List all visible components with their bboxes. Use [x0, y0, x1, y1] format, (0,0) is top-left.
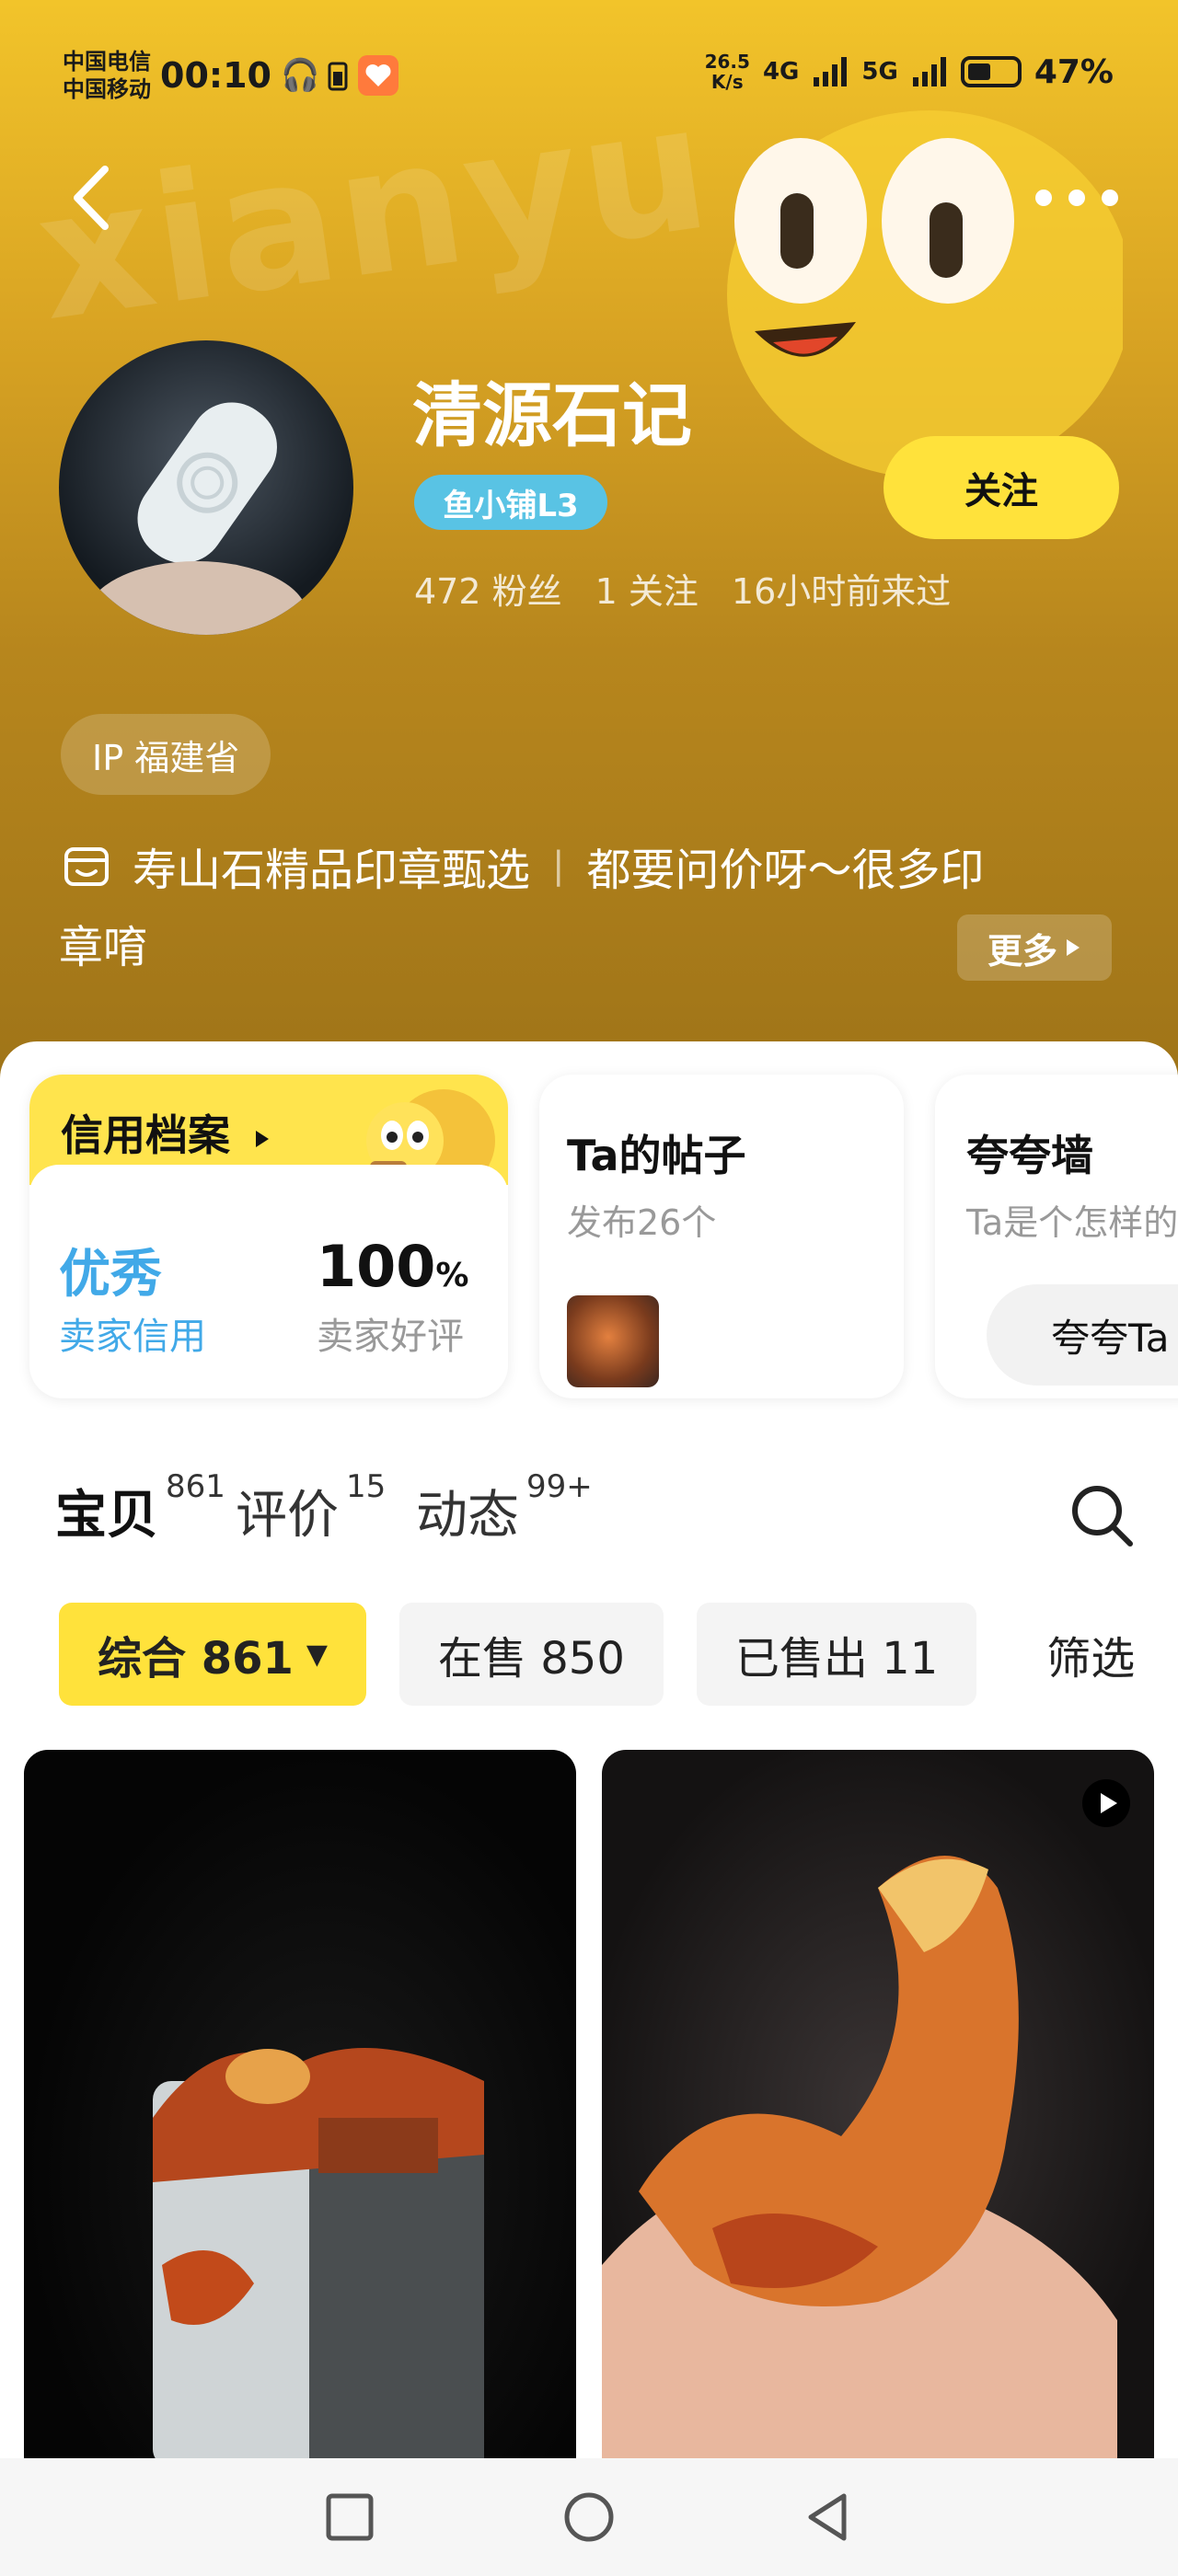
- filter-sold[interactable]: 已售出 11: [696, 1603, 977, 1706]
- battery-icon: [960, 56, 1022, 87]
- shop-avatar[interactable]: [59, 340, 353, 635]
- tab-items-count: 861: [166, 1468, 225, 1505]
- praise-wall-subtitle: Ta是个怎样的: [966, 1202, 1178, 1243]
- shop-level-badge[interactable]: 鱼小铺L3: [414, 475, 607, 530]
- shop-name: 清源石记: [412, 374, 692, 456]
- bio-divider: |: [552, 845, 565, 887]
- credit-card-title: 信用档案: [61, 1110, 230, 1160]
- system-navigation-bar: [0, 2458, 1178, 2576]
- filter-bar: 综合 861 ▼ 在售 850 已售出 11 筛选: [59, 1603, 1135, 1706]
- shop-tabs: 宝贝 861 评价 15 动态 99+: [55, 1468, 593, 1548]
- praise-wall-title: 夸夸墙: [966, 1131, 1093, 1180]
- bio-more-label: 更多: [987, 930, 1057, 972]
- credit-profile-card[interactable]: 信用档案 优秀 卖家信用 100% 卖家好评: [29, 1075, 508, 1398]
- filter-overall-label: 综合 861: [98, 1633, 294, 1685]
- recent-apps-icon[interactable]: [318, 2485, 382, 2549]
- filter-on-sale[interactable]: 在售 850: [399, 1603, 664, 1706]
- signal-icon-2: [912, 57, 946, 86]
- shop-bio: 寿山石精品印章甄选 | 都要问价呀～很多印: [59, 834, 985, 898]
- positive-rate-unit: %: [435, 1257, 469, 1294]
- search-icon[interactable]: [1068, 1481, 1138, 1551]
- bio-text-1: 寿山石精品印章甄选: [133, 845, 531, 896]
- caret-right-icon: [1067, 939, 1080, 956]
- tab-reviews-label: 评价: [236, 1486, 339, 1546]
- shop-stats: 472 粉丝 1 关注 16小时前来过: [414, 563, 951, 614]
- health-app-icon: [358, 55, 399, 96]
- filter-overall[interactable]: 综合 861 ▼: [59, 1603, 366, 1706]
- back-arrow-icon[interactable]: [64, 156, 120, 239]
- background-watermark: xianyu: [26, 63, 724, 361]
- product-card[interactable]: [24, 1750, 576, 2458]
- tab-items-label: 宝贝: [55, 1486, 158, 1546]
- followers-count[interactable]: 472 粉丝: [414, 563, 562, 614]
- video-play-icon[interactable]: [1080, 1777, 1132, 1829]
- signal-icon: [814, 57, 848, 86]
- clock: 00:10: [160, 55, 271, 96]
- bio-text-3: 章唷: [59, 922, 148, 973]
- product-image-seal: [153, 2048, 484, 2458]
- tab-reviews-count: 15: [346, 1468, 387, 1505]
- shop-header: xianyu 中国电信 中国移动 00:10 🎧 26.5 K/s 4G 5G …: [0, 0, 1178, 1086]
- battery-level: [967, 63, 990, 80]
- praise-wall-card[interactable]: 夸夸墙 Ta是个怎样的 夸夸Ta: [935, 1075, 1178, 1398]
- tab-reviews[interactable]: 评价 15: [236, 1468, 386, 1548]
- status-bar-right: 26.5 K/s 4G 5G 47%: [705, 52, 1114, 92]
- carrier-2: 中国移动: [63, 76, 151, 102]
- follow-button[interactable]: 关注: [884, 436, 1119, 539]
- post-thumbnail[interactable]: [567, 1295, 659, 1387]
- positive-rate: 100%: [317, 1233, 469, 1300]
- network-speed: 26.5: [704, 51, 750, 73]
- product-card[interactable]: [602, 1750, 1154, 2458]
- content-panel: 信用档案 优秀 卖家信用 100% 卖家好评 Ta的帖子 发布26个 夸夸墙 T…: [0, 1041, 1178, 2458]
- ip-location-chip: IP 福建省: [61, 714, 271, 795]
- avatar-image: [87, 402, 307, 635]
- phone-battery-icon: [328, 62, 348, 91]
- battery-percent: 47%: [1034, 52, 1114, 91]
- last-active: 16小时前来过: [731, 571, 952, 612]
- bio-text-2: 都要问价呀～很多印: [586, 845, 985, 896]
- posts-card[interactable]: Ta的帖子 发布26个: [539, 1075, 904, 1398]
- carrier-1: 中国电信: [63, 49, 151, 75]
- positive-rate-label: 卖家好评: [317, 1316, 464, 1358]
- status-bar-left: 中国电信 中国移动 00:10 🎧: [63, 48, 399, 103]
- home-icon[interactable]: [557, 2485, 621, 2549]
- bio-more-button[interactable]: 更多: [957, 914, 1112, 981]
- tab-activity-count: 99+: [526, 1468, 593, 1505]
- more-options-icon[interactable]: [1031, 184, 1123, 212]
- credit-rating: 优秀: [59, 1245, 162, 1305]
- product-image-carving: [602, 1856, 1117, 2458]
- caret-down-icon: ▼: [306, 1638, 328, 1671]
- posts-count: 发布26个: [567, 1202, 717, 1243]
- network-label-2: 5G: [861, 58, 898, 86]
- positive-rate-value: 100: [317, 1233, 436, 1300]
- praise-button[interactable]: 夸夸Ta: [987, 1284, 1178, 1386]
- tab-activity[interactable]: 动态 99+: [416, 1468, 593, 1548]
- back-triangle-icon[interactable]: [796, 2485, 860, 2549]
- headphones-icon: 🎧: [280, 57, 320, 94]
- tab-activity-label: 动态: [416, 1486, 519, 1546]
- network-label-1: 4G: [762, 58, 800, 86]
- caret-right-icon: [256, 1131, 270, 1147]
- shop-icon: [64, 847, 109, 886]
- filter-button[interactable]: 筛选: [1046, 1622, 1135, 1686]
- credit-rating-label: 卖家信用: [59, 1316, 206, 1358]
- posts-card-title: Ta的帖子: [567, 1131, 746, 1180]
- following-count[interactable]: 1 关注: [595, 563, 699, 614]
- tab-items[interactable]: 宝贝 861: [55, 1468, 225, 1548]
- network-speed-unit: K/s: [710, 71, 744, 93]
